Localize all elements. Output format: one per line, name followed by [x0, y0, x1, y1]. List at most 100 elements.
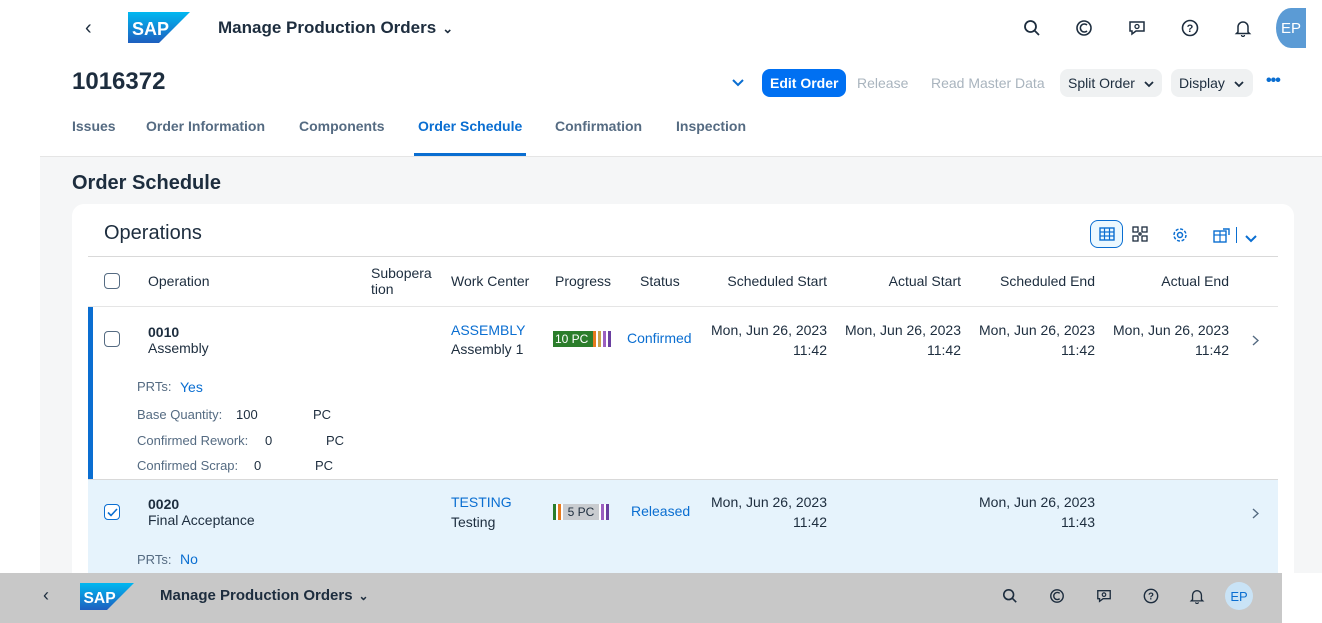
- row-checkbox[interactable]: [104, 504, 120, 520]
- confirmed-scrap-value: 0: [254, 458, 262, 473]
- confirmed-scrap-unit: PC: [315, 458, 334, 473]
- scheduled-start-date: Mon, Jun 26, 2023: [711, 494, 827, 510]
- base-quantity-unit: PC: [313, 407, 332, 422]
- operation-number: 0020: [148, 496, 180, 512]
- search-icon[interactable]: [1000, 586, 1020, 606]
- scheduled-end-date: Mon, Jun 26, 2023: [979, 494, 1095, 510]
- svg-text:?: ?: [1187, 23, 1194, 35]
- confirmed-rework-label: Confirmed Rework:: [137, 433, 249, 448]
- app-title-text: Manage Production Orders: [218, 18, 437, 37]
- work-center-link[interactable]: TESTING: [451, 494, 512, 510]
- tab-components[interactable]: Components: [299, 118, 385, 134]
- bell-icon[interactable]: [1187, 586, 1207, 606]
- help-icon[interactable]: ?: [1178, 16, 1202, 40]
- column-header-actual-end[interactable]: Actual End: [1110, 273, 1229, 289]
- object-title: 1016372: [72, 68, 166, 95]
- release-button[interactable]: Release: [849, 69, 916, 97]
- export-icon[interactable]: [1212, 226, 1232, 244]
- tab-order-information[interactable]: Order Information: [146, 118, 265, 134]
- sap-logo[interactable]: SAP: [80, 583, 134, 610]
- grid-view-icon[interactable]: [1090, 220, 1123, 248]
- copilot-icon[interactable]: [1072, 16, 1096, 40]
- chevron-right-icon[interactable]: [1252, 506, 1260, 524]
- back-icon[interactable]: ‹: [85, 16, 105, 40]
- operation-description: Final Acceptance: [148, 512, 255, 528]
- select-all-checkbox[interactable]: [104, 273, 120, 289]
- scheduled-start-time: 11:42: [793, 514, 827, 530]
- app-title[interactable]: Manage Production Orders ⌄: [160, 587, 369, 604]
- actual-end-date: Mon, Jun 26, 2023: [1113, 322, 1229, 338]
- scheduled-end-time: 11:42: [1061, 342, 1095, 358]
- prts-label: PRTs:: [137, 379, 172, 394]
- prts-value-link[interactable]: Yes: [180, 379, 203, 395]
- column-header-actual-start[interactable]: Actual Start: [840, 273, 961, 289]
- feedback-icon[interactable]: [1125, 16, 1149, 40]
- tab-order-schedule[interactable]: Order Schedule: [418, 118, 522, 134]
- column-header-suboperation[interactable]: Subopera tion: [371, 265, 437, 297]
- display-button[interactable]: Display: [1171, 69, 1253, 97]
- app-title-text: Manage Production Orders: [160, 587, 353, 604]
- avatar[interactable]: EP: [1225, 582, 1253, 610]
- scheduled-start-date: Mon, Jun 26, 2023: [711, 322, 827, 338]
- chevron-down-icon: [1144, 81, 1154, 88]
- search-icon[interactable]: [1020, 16, 1044, 40]
- column-header-scheduled-start[interactable]: Scheduled Start: [700, 273, 827, 289]
- split-order-label: Split Order: [1068, 75, 1135, 91]
- chevron-right-icon[interactable]: [1252, 333, 1260, 351]
- progress-label: 10 PC: [553, 331, 593, 347]
- status-link[interactable]: Confirmed: [627, 330, 692, 346]
- svg-text:?: ?: [1148, 592, 1154, 603]
- expand-header-icon[interactable]: [728, 74, 748, 92]
- tab-issues[interactable]: Issues: [72, 118, 116, 134]
- chevron-down-icon: ⌄: [358, 589, 369, 603]
- chevron-down-icon[interactable]: [1245, 230, 1259, 243]
- progress-label: 5 PC: [563, 504, 599, 520]
- base-quantity-label: Base Quantity:: [137, 407, 223, 422]
- table-row[interactable]: [88, 480, 1278, 573]
- tab-confirmation[interactable]: Confirmation: [555, 118, 642, 134]
- confirmed-rework-unit: PC: [326, 433, 345, 448]
- column-header-operation[interactable]: Operation: [148, 273, 209, 289]
- avatar[interactable]: EP: [1276, 8, 1306, 48]
- edit-order-button[interactable]: Edit Order: [762, 69, 847, 97]
- column-header-progress[interactable]: Progress: [555, 273, 611, 289]
- work-center-link[interactable]: ASSEMBLY: [451, 322, 525, 338]
- actual-end-time: 11:42: [1195, 342, 1229, 358]
- more-actions-icon[interactable]: •••: [1266, 72, 1281, 90]
- table-title: Operations: [104, 222, 202, 244]
- read-master-data-button[interactable]: Read Master Data: [923, 69, 1053, 97]
- section-title: Order Schedule: [72, 172, 221, 194]
- prts-value-link[interactable]: No: [180, 551, 198, 567]
- confirmed-rework-value: 0: [265, 433, 273, 448]
- network-view-icon[interactable]: [1123, 220, 1156, 248]
- column-header-scheduled-end[interactable]: Scheduled End: [970, 273, 1095, 289]
- work-center-description: Testing: [451, 514, 496, 530]
- settings-icon[interactable]: [1171, 226, 1189, 244]
- chevron-down-icon: ⌄: [442, 21, 454, 36]
- column-header-work-center[interactable]: Work Center: [451, 273, 529, 289]
- sap-logo[interactable]: SAP: [128, 12, 190, 43]
- checkmark-icon: [106, 507, 118, 517]
- work-center-description: Assembly 1: [451, 341, 524, 357]
- scheduled-end-date: Mon, Jun 26, 2023: [979, 322, 1095, 338]
- view-toggle: [1090, 220, 1156, 248]
- status-link[interactable]: Released: [631, 503, 690, 519]
- tab-inspection[interactable]: Inspection: [676, 118, 746, 134]
- split-order-button[interactable]: Split Order: [1060, 69, 1162, 97]
- actual-start-time: 11:42: [927, 342, 961, 358]
- help-icon[interactable]: ?: [1141, 586, 1161, 606]
- back-icon[interactable]: ‹: [43, 585, 49, 606]
- row-highlight-indicator: [88, 307, 93, 479]
- copilot-icon[interactable]: [1047, 586, 1067, 606]
- confirmed-scrap-label: Confirmed Scrap:: [137, 458, 239, 473]
- toolbar-separator: [1236, 227, 1237, 243]
- feedback-icon[interactable]: [1094, 586, 1114, 606]
- prts-label: PRTs:: [137, 552, 172, 567]
- row-checkbox[interactable]: [104, 331, 120, 347]
- shell-bar: ‹: [0, 0, 1322, 56]
- progress-indicator: 5 PC: [553, 504, 609, 520]
- bell-icon[interactable]: [1231, 16, 1255, 40]
- chevron-down-icon: [1234, 81, 1244, 88]
- app-title[interactable]: Manage Production Orders ⌄: [218, 16, 453, 41]
- column-header-status[interactable]: Status: [640, 273, 680, 289]
